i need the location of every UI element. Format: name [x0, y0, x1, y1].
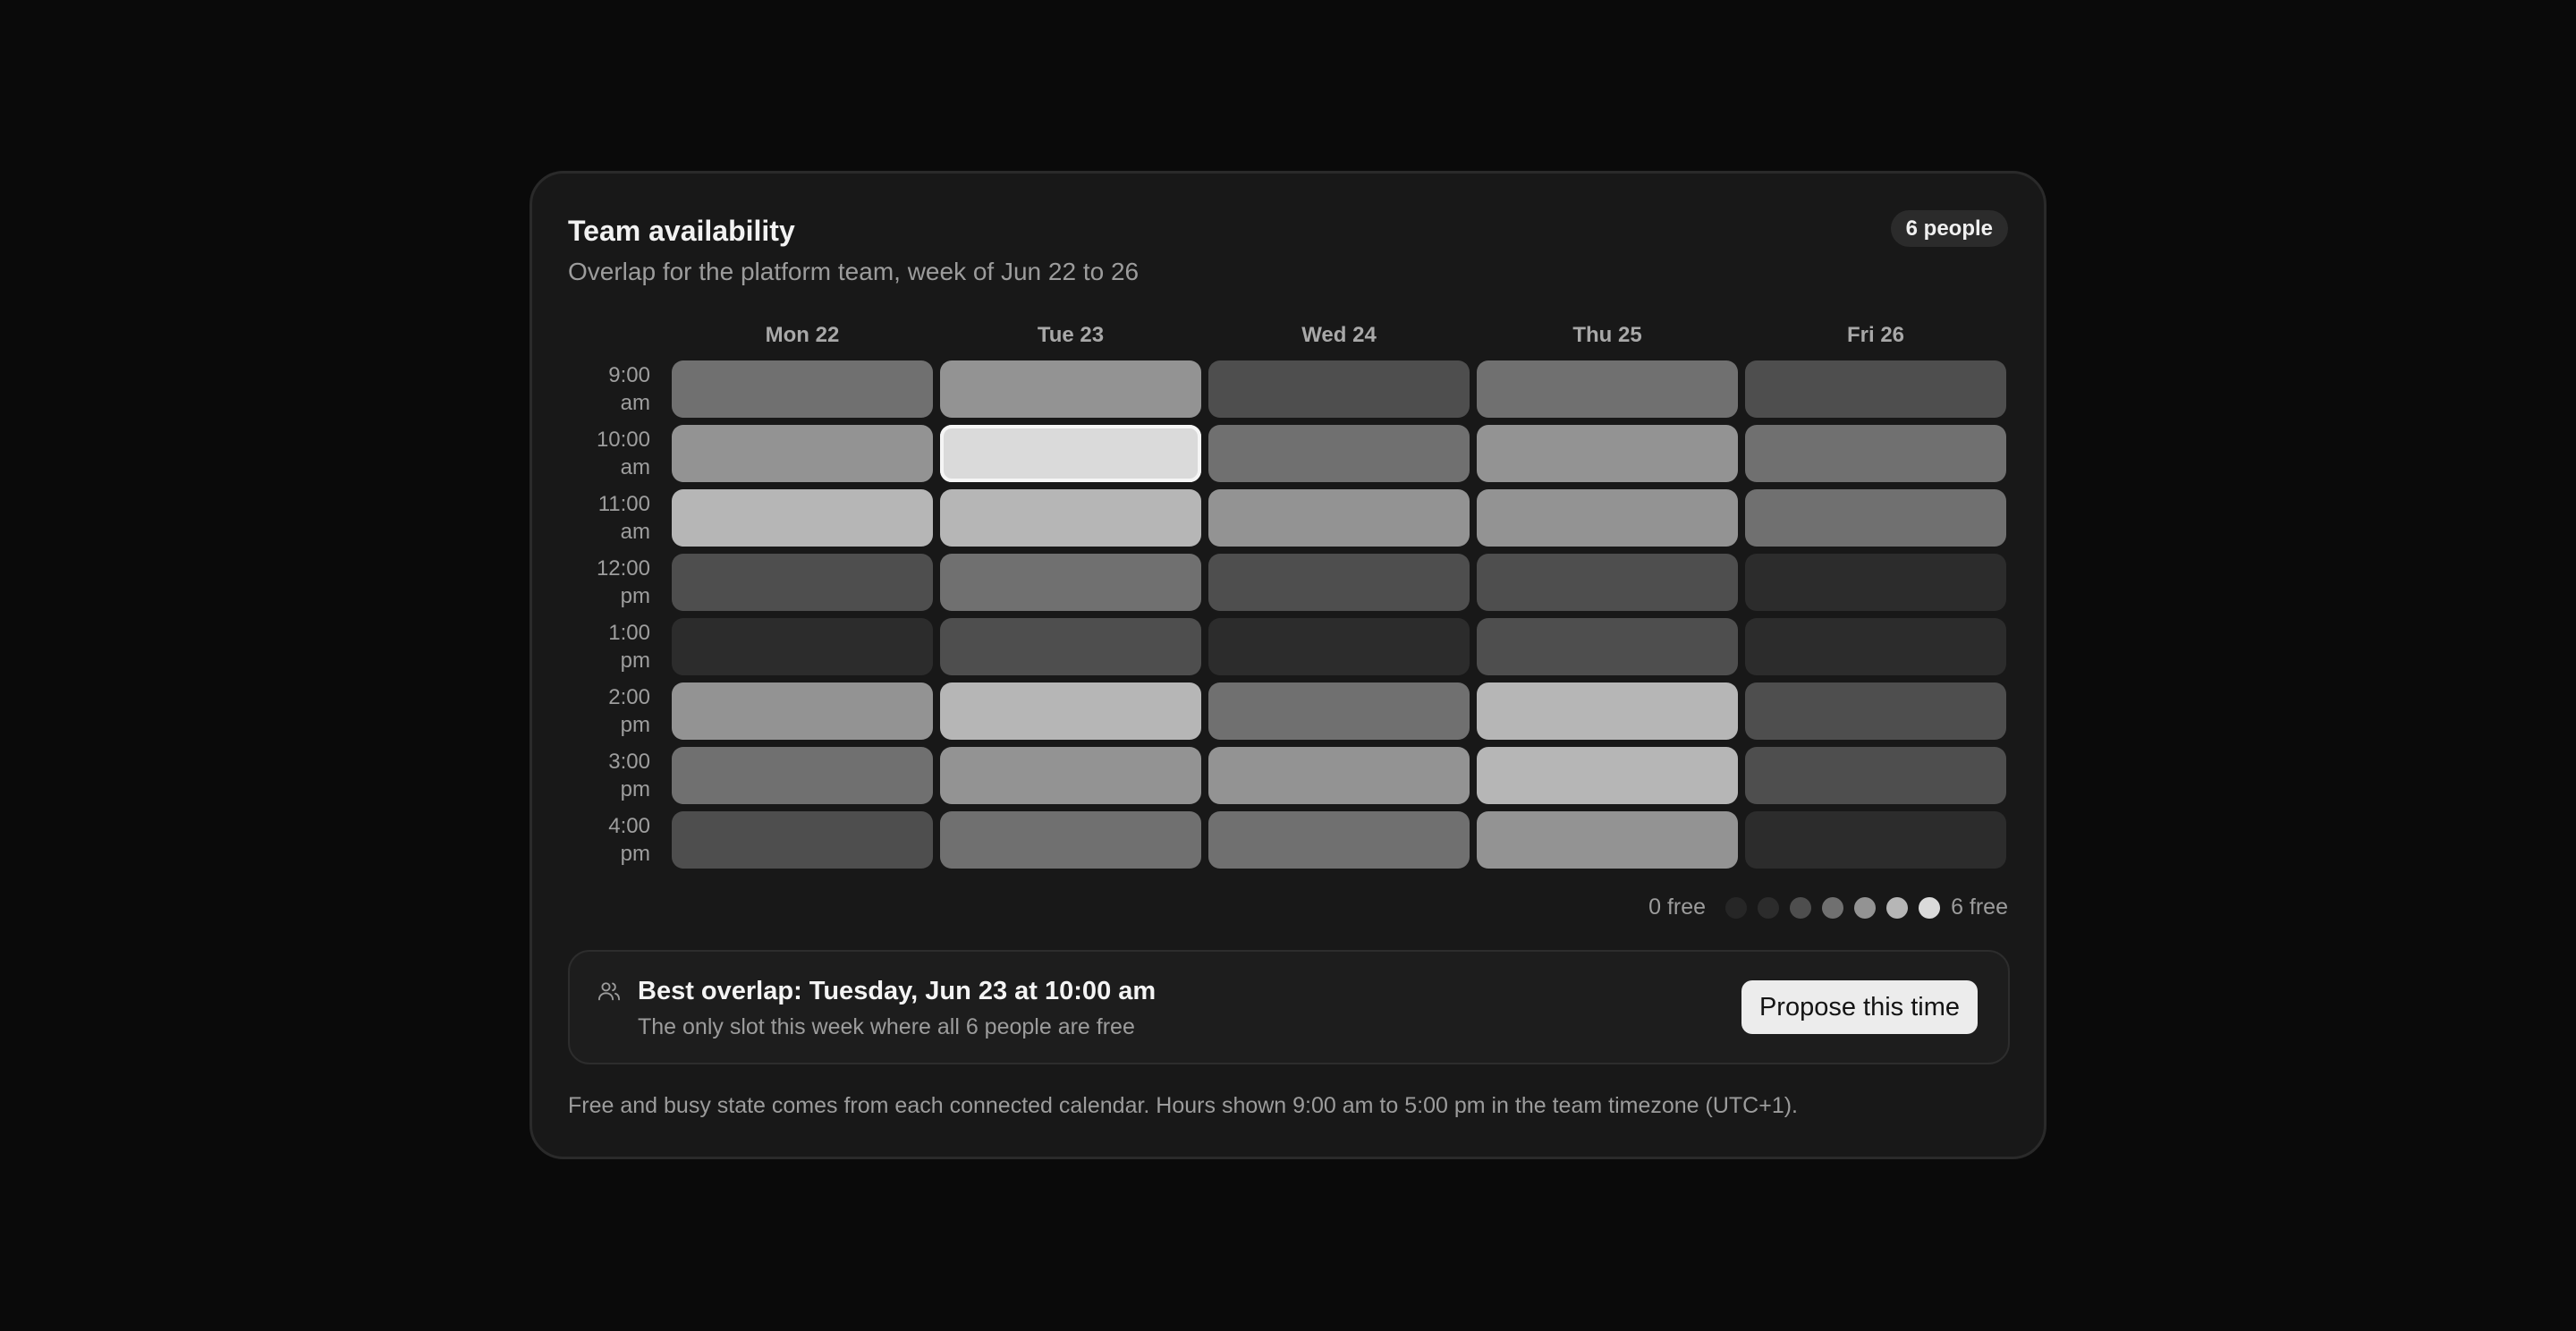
- time-label: 9:00 am: [568, 360, 665, 418]
- availability-card: Team availability Overlap for the platfo…: [530, 171, 2046, 1159]
- availability-cell[interactable]: [1745, 360, 2006, 418]
- best-overlap-subtitle: The only slot this week where all 6 peop…: [638, 1014, 1135, 1039]
- day-header: Tue 23: [1037, 323, 1105, 347]
- legend-dot: [1758, 896, 1780, 919]
- card-title: Team availability: [568, 215, 795, 247]
- availability-cell[interactable]: [672, 489, 933, 547]
- availability-cell[interactable]: [1208, 811, 1470, 869]
- time-label: 1:00 pm: [568, 618, 665, 675]
- users-icon: [597, 982, 621, 1001]
- time-label: 12:00 pm: [568, 554, 665, 611]
- time-label-text: 2:00 pm: [608, 685, 650, 737]
- availability-cell[interactable]: [1745, 425, 2006, 482]
- grid-corner: [568, 318, 665, 353]
- time-label-text: 10:00 am: [596, 428, 650, 479]
- availability-cell[interactable]: [1745, 811, 2006, 869]
- best-overlap-title: Best overlap: Tuesday, Jun 23 at 10:00 a…: [638, 977, 1157, 1005]
- availability-cell[interactable]: [1208, 360, 1470, 418]
- availability-cell[interactable]: [1477, 554, 1738, 611]
- availability-cell[interactable]: [1477, 489, 1738, 547]
- availability-cell[interactable]: [1477, 747, 1738, 804]
- propose-time-button[interactable]: Propose this time: [1741, 980, 1978, 1034]
- time-label-text: 11:00 am: [597, 492, 650, 544]
- calendar-footnote: Free and busy state comes from each conn…: [568, 1093, 1798, 1118]
- day-header: Mon 22: [765, 323, 840, 347]
- availability-cell[interactable]: [940, 618, 1201, 675]
- availability-legend: 0 free 6 free: [1648, 894, 2008, 920]
- legend-dot: [1790, 896, 1812, 919]
- availability-cell[interactable]: [940, 682, 1201, 740]
- legend-dot: [1854, 896, 1877, 919]
- time-label: 2:00 pm: [568, 682, 665, 740]
- availability-cell[interactable]: [1477, 425, 1738, 482]
- time-label: 4:00 pm: [568, 811, 665, 869]
- time-label: 10:00 am: [568, 425, 665, 482]
- availability-cell[interactable]: [940, 425, 1201, 482]
- day-header: Wed 24: [1301, 323, 1377, 347]
- time-label: 3:00 pm: [568, 747, 665, 804]
- legend-dot: [1886, 896, 1909, 919]
- time-label-text: 12:00 pm: [596, 556, 650, 608]
- availability-cell[interactable]: [1208, 425, 1470, 482]
- availability-cell[interactable]: [672, 682, 933, 740]
- availability-cell[interactable]: [672, 747, 933, 804]
- legend-dot: [1822, 896, 1844, 919]
- availability-cell[interactable]: [1745, 618, 2006, 675]
- time-label-text: 1:00 pm: [608, 621, 650, 673]
- time-label-text: 3:00 pm: [608, 750, 650, 801]
- availability-cell[interactable]: [1745, 489, 2006, 547]
- availability-cell[interactable]: [1477, 618, 1738, 675]
- availability-cell[interactable]: [1745, 682, 2006, 740]
- availability-cell[interactable]: [672, 425, 933, 482]
- time-label-text: 9:00 am: [608, 363, 650, 415]
- legend-max-label: 6 free: [1951, 894, 2008, 920]
- availability-cell[interactable]: [672, 811, 933, 869]
- availability-cell[interactable]: [940, 489, 1201, 547]
- availability-cell[interactable]: [1208, 489, 1470, 547]
- best-overlap-panel: Best overlap: Tuesday, Jun 23 at 10:00 a…: [568, 950, 2010, 1064]
- availability-cell[interactable]: [1477, 360, 1738, 418]
- availability-cell[interactable]: [1745, 747, 2006, 804]
- day-header: Fri 26: [1846, 323, 1905, 347]
- availability-cell[interactable]: [1208, 747, 1470, 804]
- availability-cell[interactable]: [1208, 618, 1470, 675]
- availability-cell[interactable]: [940, 747, 1201, 804]
- day-header: Thu 25: [1572, 323, 1642, 347]
- availability-cell[interactable]: [672, 554, 933, 611]
- legend-scale: [1725, 896, 1941, 919]
- availability-cell[interactable]: [940, 811, 1201, 869]
- availability-cell[interactable]: [940, 554, 1201, 611]
- availability-cell[interactable]: [1477, 811, 1738, 869]
- availability-cell[interactable]: [940, 360, 1201, 418]
- people-count-badge: 6 people: [1890, 210, 2008, 247]
- availability-cell[interactable]: [672, 360, 933, 418]
- card-subtitle: Overlap for the platform team, week of J…: [568, 258, 1140, 285]
- time-label-text: 4:00 pm: [608, 814, 650, 866]
- availability-cell[interactable]: [1208, 554, 1470, 611]
- legend-dot: [1725, 896, 1748, 919]
- time-label: 11:00 am: [568, 489, 665, 547]
- legend-min-label: 0 free: [1648, 894, 1707, 920]
- availability-grid: Mon 22 Tue 23 Wed 24 Thu 25 Fri 26 9:00 am 10:…: [568, 318, 2010, 869]
- legend-dot: [1919, 896, 1941, 919]
- availability-cell[interactable]: [1477, 682, 1738, 740]
- availability-cell[interactable]: [1745, 554, 2006, 611]
- availability-cell[interactable]: [672, 618, 933, 675]
- availability-cell[interactable]: [1208, 682, 1470, 740]
